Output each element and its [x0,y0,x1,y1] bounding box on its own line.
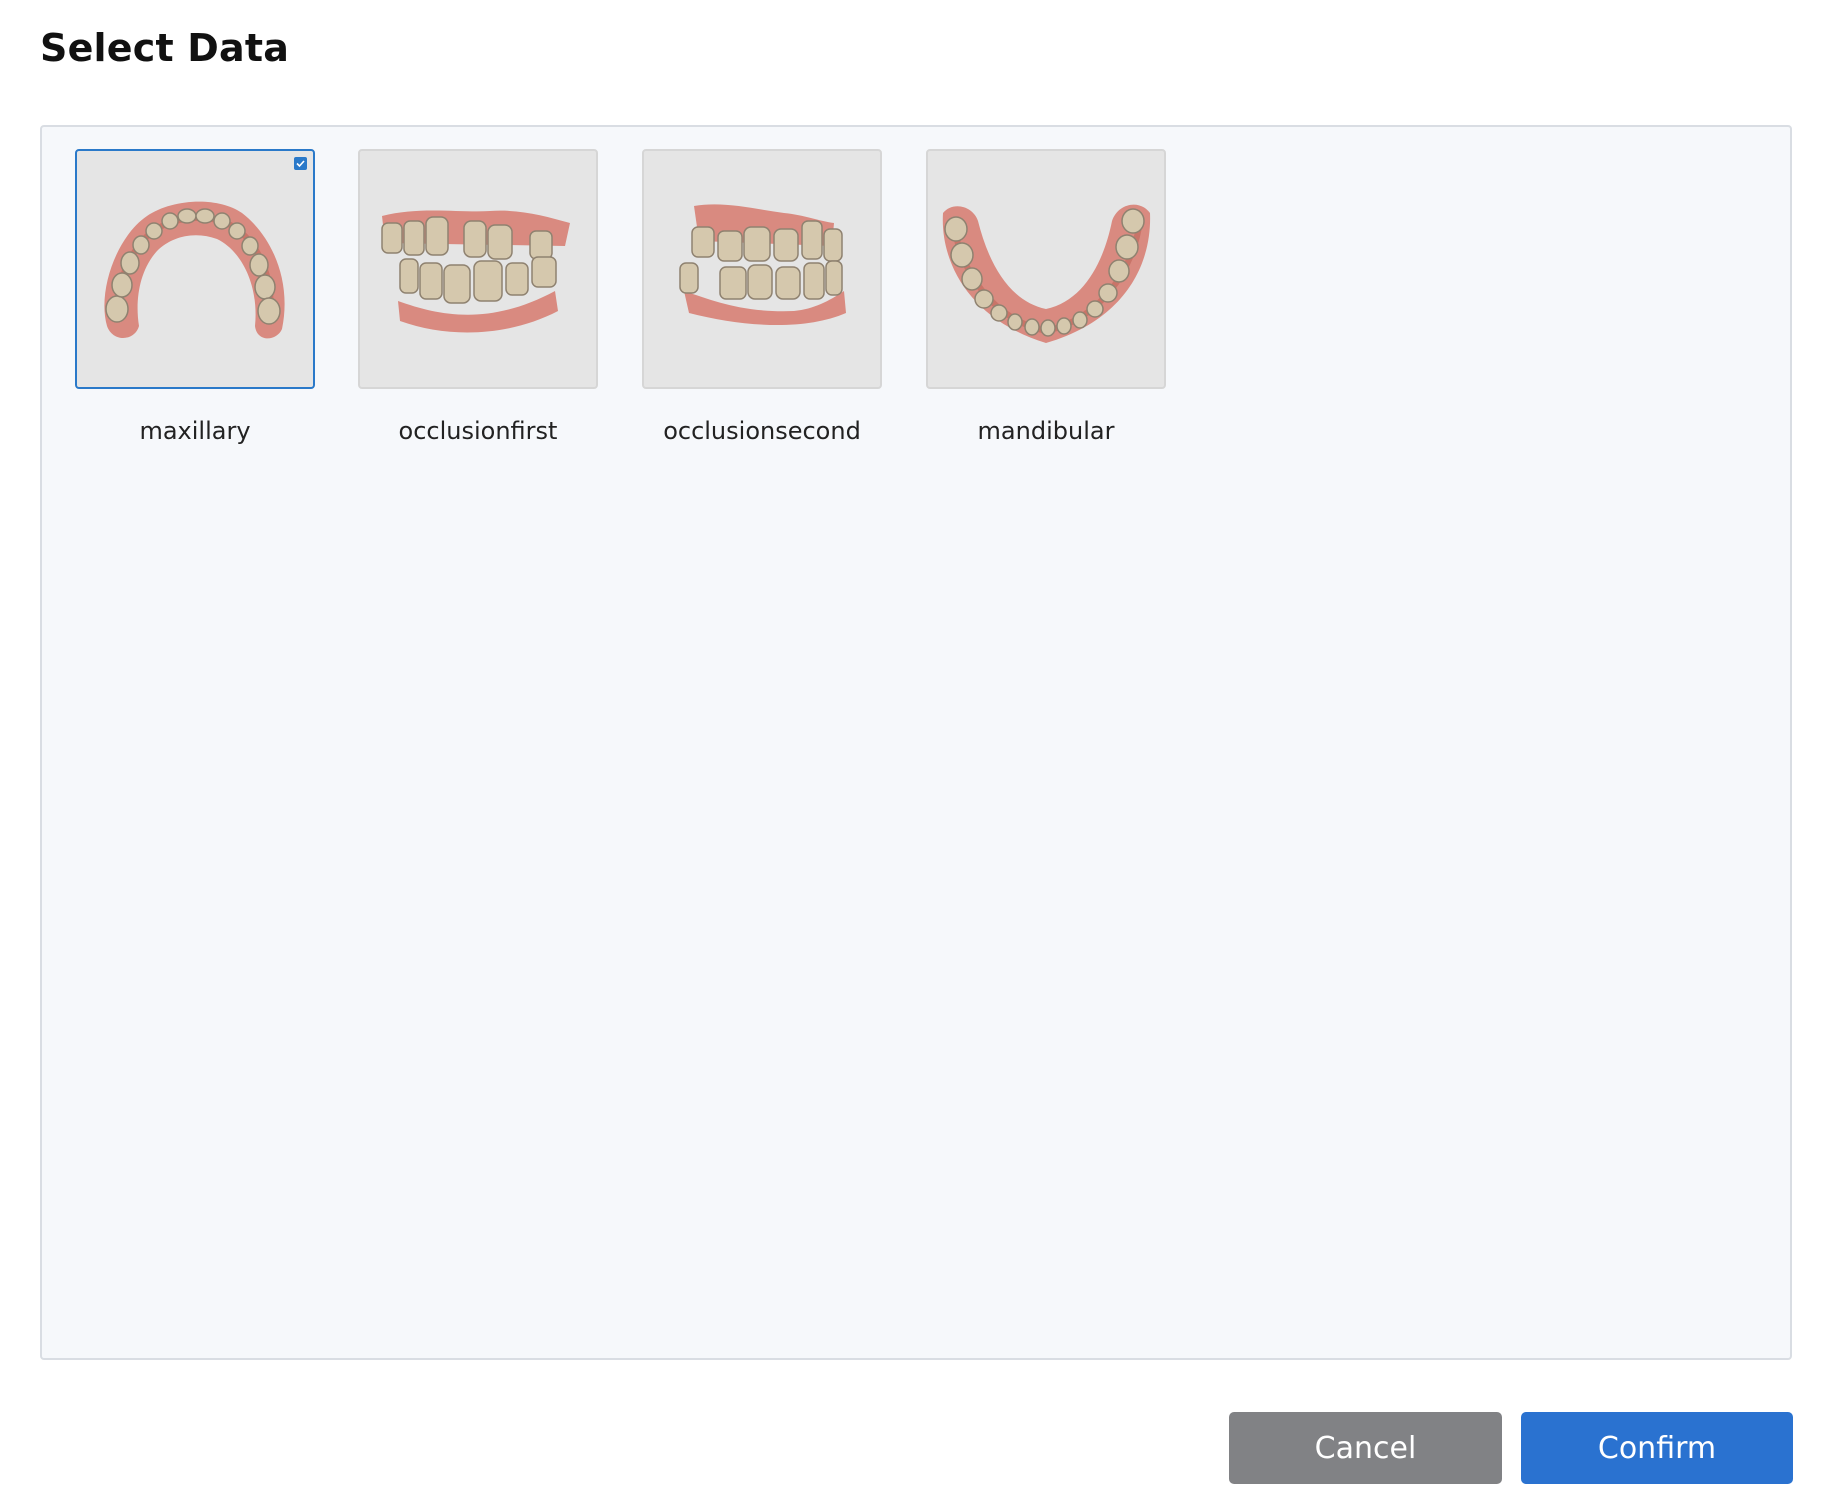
data-card-occlusionfirst[interactable]: occlusionfirst [358,149,598,445]
maxillary-arch-model-icon [104,201,285,339]
data-card-maxillary[interactable]: maxillary [75,149,315,445]
confirm-button[interactable]: Confirm [1521,1412,1793,1484]
data-thumbnail[interactable] [358,149,598,389]
data-card-label: occlusionfirst [398,417,558,445]
data-card-label: occlusionsecond [663,417,861,445]
occlusion-second-model-icon [679,204,846,326]
mandibular-arch-model-icon [942,204,1151,343]
cancel-button[interactable]: Cancel [1229,1412,1502,1484]
checkbox-checked-icon[interactable] [294,157,307,170]
dialog-title: Select Data [40,26,290,70]
data-card-label: mandibular [977,417,1115,445]
occlusion-first-model-icon [381,210,570,333]
data-card-mandibular[interactable]: mandibular [926,149,1166,445]
data-thumbnail[interactable] [75,149,315,389]
data-grid-panel: maxillary occlusionfirst occlusionsecond… [40,125,1792,1360]
data-thumbnail[interactable] [926,149,1166,389]
data-card-occlusionsecond[interactable]: occlusionsecond [642,149,882,445]
data-thumbnail[interactable] [642,149,882,389]
data-card-label: maxillary [139,417,251,445]
